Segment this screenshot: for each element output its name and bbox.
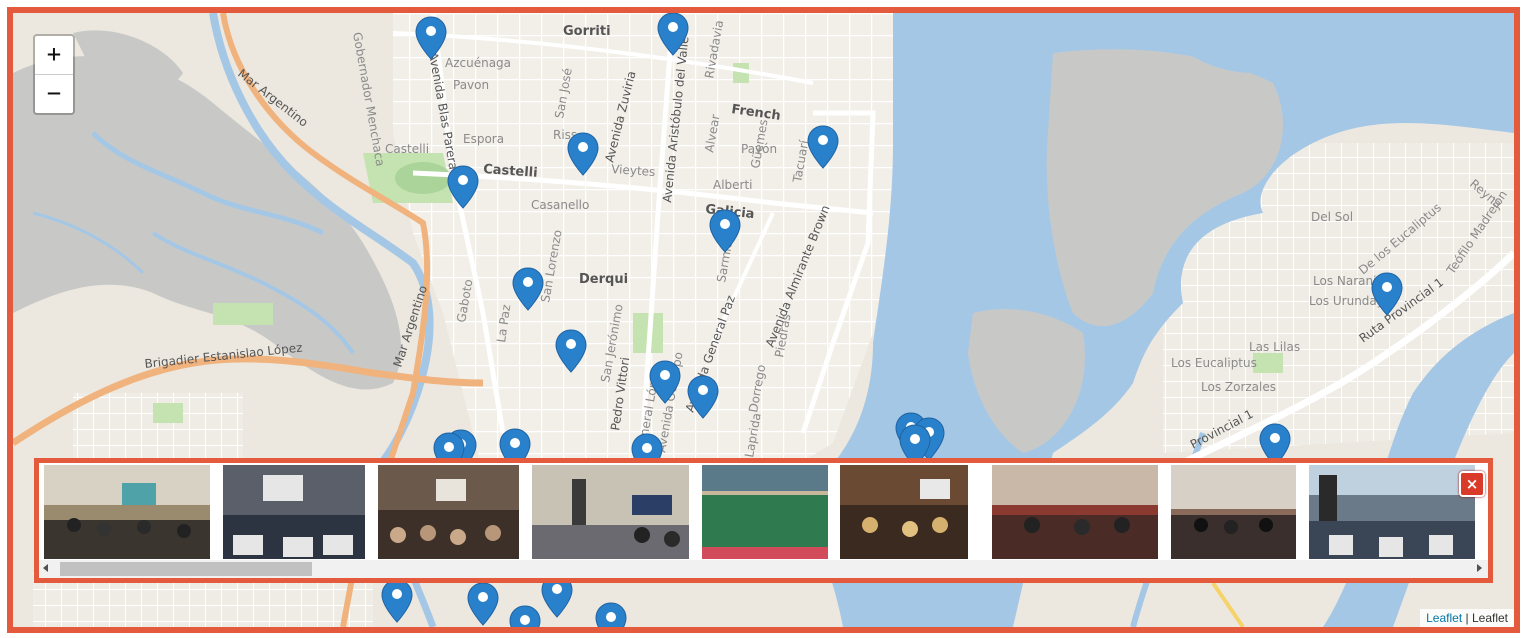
street-label-los-zorzales: Los Zorzales <box>1201 380 1276 394</box>
zoom-out-button[interactable]: − <box>35 75 73 113</box>
gallery-photo-8[interactable] <box>1171 465 1296 559</box>
street-label-casanello: Casanello <box>531 198 589 212</box>
photo-gallery-panel: × <box>34 458 1493 583</box>
street-label-los-urunday: Los Urunday <box>1309 294 1384 308</box>
street-label-alberti: Alberti <box>713 178 753 192</box>
scrollbar-thumb[interactable] <box>60 562 312 576</box>
attribution-link[interactable]: Leaflet <box>1426 611 1462 625</box>
street-label-gorriti: Gorriti <box>563 24 611 39</box>
gallery-photo-1[interactable] <box>44 465 210 559</box>
close-gallery-button[interactable]: × <box>1459 471 1485 497</box>
attribution-text: Leaflet <box>1471 611 1508 625</box>
street-label-del-sol: Del Sol <box>1311 210 1353 224</box>
street-label-derqui: Derqui <box>579 272 628 287</box>
street-label-los-eucaliptus: Los Eucaliptus <box>1171 356 1257 370</box>
photo-gallery-strip[interactable] <box>39 463 1488 559</box>
street-label-azcuenaga: Azcuénaga <box>445 56 511 70</box>
map-attribution: Leaflet | Leaflet <box>1420 609 1514 627</box>
scroll-right-arrow-icon[interactable] <box>1477 564 1482 572</box>
zoom-in-button[interactable]: + <box>35 36 73 75</box>
zoom-control: + − <box>33 34 75 115</box>
map-container[interactable]: Gorriti Azcuénaga Pavon Pavón French Cas… <box>7 7 1520 633</box>
street-label-pavon: Pavon <box>453 78 489 92</box>
gallery-photo-4[interactable] <box>532 465 689 559</box>
gallery-scrollbar[interactable] <box>39 560 1488 578</box>
map-marker[interactable] <box>595 602 627 627</box>
gallery-photo-7[interactable] <box>992 465 1158 559</box>
street-label-las-lilas: Las Lilas <box>1249 340 1300 354</box>
attribution-separator: | <box>1465 611 1469 625</box>
gallery-photo-3[interactable] <box>378 465 519 559</box>
gallery-photo-2[interactable] <box>223 465 365 559</box>
scroll-left-arrow-icon[interactable] <box>43 564 48 572</box>
gallery-photo-5[interactable] <box>702 465 828 559</box>
street-label-castelli: Castelli <box>385 142 429 156</box>
street-label-espora: Espora <box>463 132 504 146</box>
gallery-photo-6[interactable] <box>840 465 968 559</box>
gallery-photo-9[interactable] <box>1309 465 1475 559</box>
